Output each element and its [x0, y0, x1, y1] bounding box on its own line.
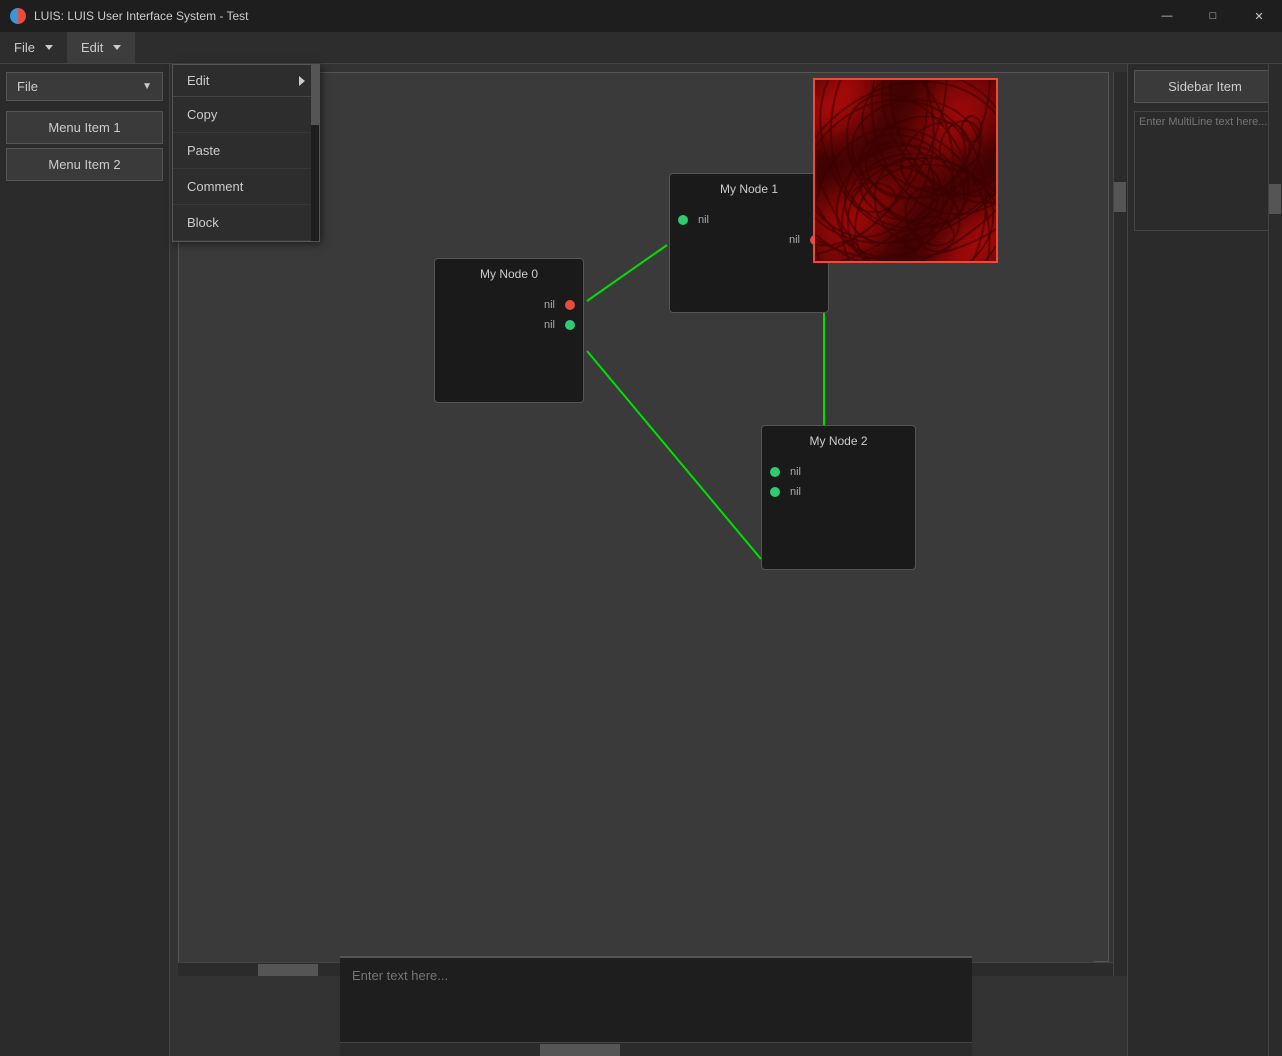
node-1-port-2: nil	[678, 234, 820, 246]
canvas-v-scrollbar-thumb[interactable]	[1114, 182, 1126, 212]
node-0-port-2: nil	[443, 319, 575, 331]
app-icon	[10, 8, 26, 24]
image-preview	[813, 78, 998, 263]
canvas-v-scrollbar[interactable]	[1113, 72, 1127, 976]
right-v-scrollbar-thumb[interactable]	[1269, 184, 1281, 214]
node-2-port-1: nil	[770, 466, 907, 478]
menu-item-1-label: Menu Item 1	[48, 120, 120, 135]
file-button-label: File	[17, 79, 38, 94]
node-2-port-2-label: nil	[790, 486, 801, 498]
sidebar-menu-item-2[interactable]: Menu Item 2	[6, 148, 163, 181]
bottom-text-area	[340, 956, 972, 1056]
node-2[interactable]: My Node 2 nil nil	[761, 425, 916, 570]
node-2-port-1-dot[interactable]	[770, 467, 780, 477]
file-button[interactable]: File ▼	[6, 72, 163, 101]
menu-item-2-label: Menu Item 2	[48, 157, 120, 172]
node-2-port-1-label: nil	[790, 466, 801, 478]
title-bar: LUIS: LUIS User Interface System - Test …	[0, 0, 1282, 32]
node-1-port-1-label: nil	[698, 214, 709, 226]
dropdown-scrollbar-thumb[interactable]	[311, 65, 319, 125]
file-dropdown-arrow: ▼	[142, 81, 152, 92]
dropdown-header-label: Edit	[187, 73, 209, 88]
node-2-port-2: nil	[770, 486, 907, 498]
bottom-text-input[interactable]	[340, 958, 972, 1042]
file-menu-label: File	[14, 40, 35, 55]
maximize-button[interactable]: □	[1190, 0, 1236, 32]
close-button[interactable]: ✕	[1236, 0, 1282, 32]
file-menu[interactable]: File	[0, 32, 67, 63]
edit-menu[interactable]: Edit	[67, 32, 135, 63]
sidebar-multiline-input[interactable]	[1134, 111, 1276, 231]
dropdown-item-comment[interactable]: Comment	[173, 169, 319, 205]
minimize-button[interactable]: —	[1144, 0, 1190, 32]
node-0-port-2-label: nil	[544, 319, 555, 331]
canvas-h-scrollbar-thumb[interactable]	[258, 964, 318, 976]
node-2-title: My Node 2	[770, 434, 907, 452]
dropdown-item-copy[interactable]: Copy	[173, 97, 319, 133]
node-1-port-2-label: nil	[789, 234, 800, 246]
dropdown-item-paste[interactable]: Paste	[173, 133, 319, 169]
node-1[interactable]: My Node 1 nil nil	[669, 173, 829, 313]
sidebar-item-button[interactable]: Sidebar Item	[1134, 70, 1276, 103]
edit-arrow-icon	[113, 45, 121, 50]
node-2-port-2-dot[interactable]	[770, 487, 780, 497]
dropdown-arrow-icon	[299, 76, 305, 86]
block-label: Block	[187, 215, 219, 230]
bottom-h-scrollbar[interactable]	[340, 1042, 972, 1056]
preview-canvas	[815, 80, 996, 261]
right-v-scrollbar[interactable]	[1268, 64, 1282, 1056]
paste-label: Paste	[187, 143, 220, 158]
sidebar-menu-item-1[interactable]: Menu Item 1	[6, 111, 163, 144]
edit-menu-label: Edit	[81, 40, 103, 55]
menu-bar: File Edit Edit Copy Paste Comment Block	[0, 32, 1282, 64]
right-sidebar: Sidebar Item	[1127, 64, 1282, 1056]
node-0-port-1: nil	[443, 299, 575, 311]
node-1-port-1: nil	[678, 214, 820, 226]
node-0[interactable]: My Node 0 nil nil	[434, 258, 584, 403]
node-0-title: My Node 0	[443, 267, 575, 285]
file-arrow-icon	[45, 45, 53, 50]
window-controls: — □ ✕	[1144, 0, 1282, 32]
node-1-title: My Node 1	[678, 182, 820, 200]
node-0-port-1-label: nil	[544, 299, 555, 311]
edit-dropdown: Edit Copy Paste Comment Block	[172, 64, 320, 242]
dropdown-item-block[interactable]: Block	[173, 205, 319, 241]
node-1-port-1-dot[interactable]	[678, 215, 688, 225]
dropdown-scrollbar[interactable]	[311, 65, 319, 241]
sidebar-item-label: Sidebar Item	[1168, 79, 1242, 94]
node-0-port-2-dot[interactable]	[565, 320, 575, 330]
left-sidebar: File ▼ Menu Item 1 Menu Item 2	[0, 64, 170, 1056]
dropdown-header[interactable]: Edit	[173, 65, 319, 97]
copy-label: Copy	[187, 107, 217, 122]
bottom-scrollbar-thumb[interactable]	[540, 1044, 620, 1056]
comment-label: Comment	[187, 179, 243, 194]
window-title: LUIS: LUIS User Interface System - Test	[34, 9, 249, 23]
node-0-port-1-dot[interactable]	[565, 300, 575, 310]
